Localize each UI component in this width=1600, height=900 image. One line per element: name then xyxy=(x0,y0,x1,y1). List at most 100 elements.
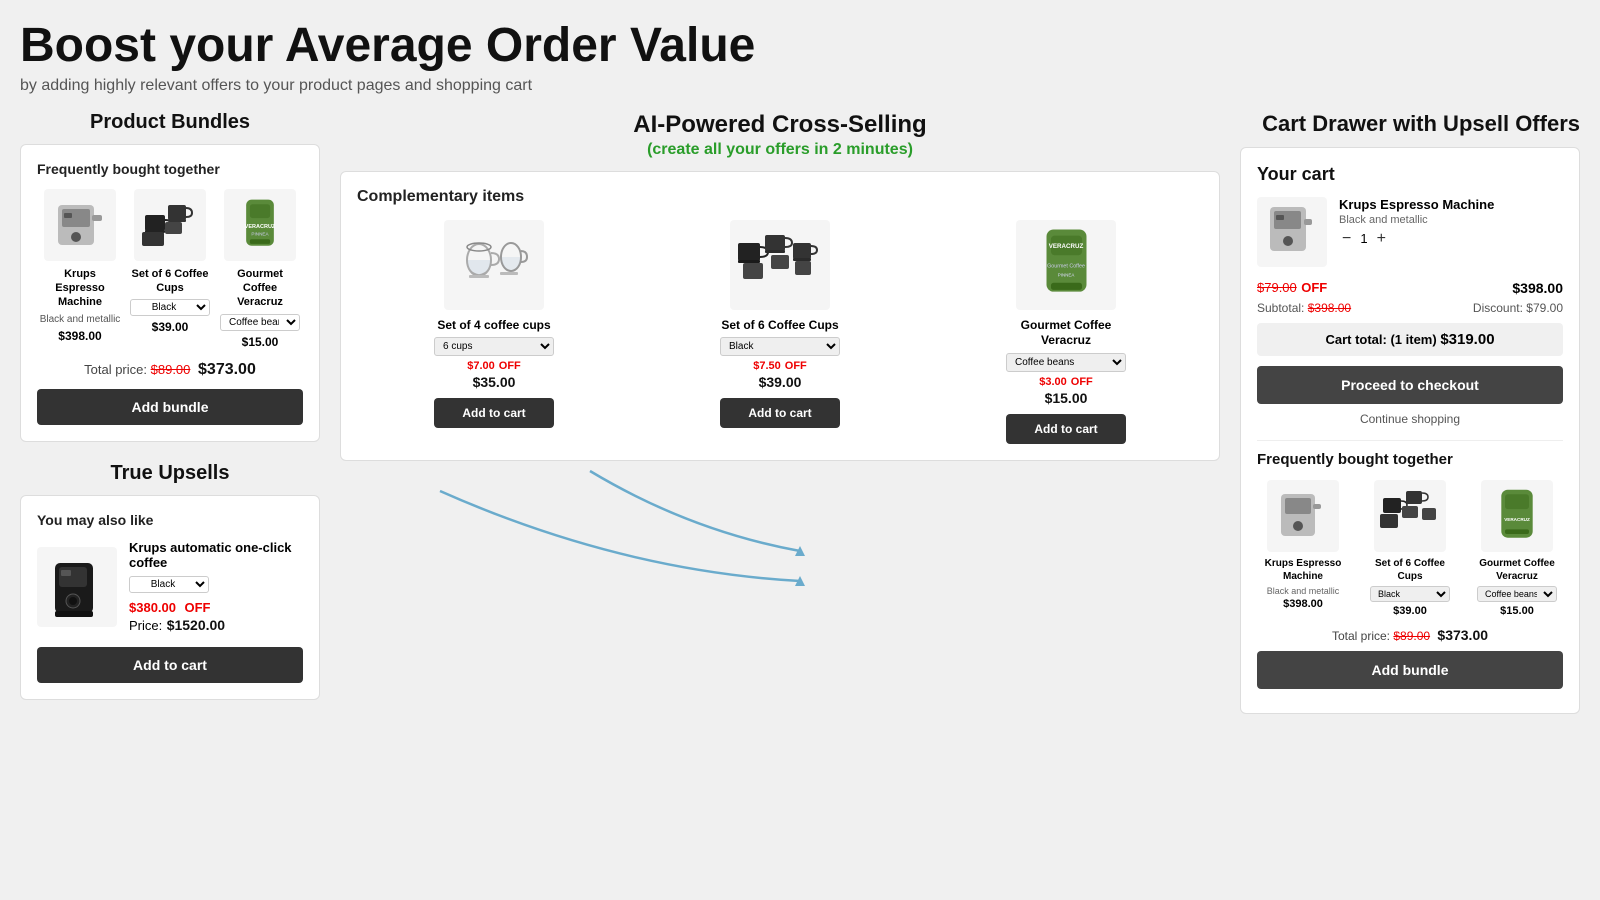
cart-item-img xyxy=(1257,197,1327,267)
cart-total-label: Cart total: (1 item) xyxy=(1325,332,1436,347)
qty-value: 1 xyxy=(1360,231,1367,246)
cart-add-bundle-button[interactable]: Add bundle xyxy=(1257,651,1563,689)
cart-bundle-0: Krups Espresso Machine Black and metalli… xyxy=(1257,480,1349,617)
bundle-product-1-price: $39.00 xyxy=(152,320,189,334)
bundle-product-0-variant: Black and metallic xyxy=(40,314,121,325)
bundles-card: Frequently bought together Krups Espress… xyxy=(20,144,320,442)
cross-product-1: Set of 6 Coffee Cups Black $7.50 OFF $39… xyxy=(720,220,840,444)
cross-product-0-price-row: $7.00 OFF xyxy=(467,360,521,372)
cart-bundle-1-img xyxy=(1374,480,1446,552)
cross-product-0-off: $7.00 xyxy=(467,360,495,372)
cart-total-bar: Cart total: (1 item) $319.00 xyxy=(1257,323,1563,356)
svg-text:VERACRUZ: VERACRUZ xyxy=(1048,243,1083,250)
bundles-section-title: Product Bundles xyxy=(20,111,320,134)
cart-bundle-2-img: VERACRUZ xyxy=(1481,480,1553,552)
cart-bundle-2-price: $15.00 xyxy=(1500,605,1534,617)
cart-item-info: Krups Espresso Machine Black and metalli… xyxy=(1339,197,1563,248)
cross-product-1-name: Set of 6 Coffee Cups xyxy=(721,318,838,334)
cart-bundle-2-select[interactable]: Coffee beans xyxy=(1477,586,1557,602)
page-header: Boost your Average Order Value by adding… xyxy=(20,20,1580,95)
cart-bundle-0-name: Krups Espresso Machine xyxy=(1257,557,1349,583)
cart-original-price: $79.00 xyxy=(1257,280,1297,295)
cart-bundle-original-price: $89.00 xyxy=(1393,629,1430,643)
bundle-product-2-price: $15.00 xyxy=(242,335,279,349)
add-bundle-button[interactable]: Add bundle xyxy=(37,389,303,425)
upsell-product-name: Krups automatic one-click coffee xyxy=(129,540,303,570)
right-column: Cart Drawer with Upsell Offers Your cart… xyxy=(1240,111,1580,714)
bundle-total-row: Total price: $89.00 $373.00 xyxy=(37,361,303,379)
upsell-add-to-cart-button[interactable]: Add to cart xyxy=(37,647,303,683)
cross-product-1-price-row: $7.50 OFF xyxy=(753,360,807,372)
cross-product-0-btn[interactable]: Add to cart xyxy=(434,398,554,428)
cross-product-0-img xyxy=(444,220,544,310)
upsells-card: You may also like Krups automa xyxy=(20,495,320,700)
cart-off-label: OFF xyxy=(1301,280,1327,295)
qty-increase-button[interactable]: + xyxy=(1374,230,1389,248)
cross-product-2-img: VERACRUZ Gourmet Coffee PINNEA xyxy=(1016,220,1116,310)
bundle-product-2-name: Gourmet Coffee Veracruz xyxy=(219,267,301,310)
main-layout: Product Bundles Frequently bought togeth… xyxy=(20,111,1580,714)
cross-product-0-off-label: OFF xyxy=(499,360,521,372)
cross-product-2-off: $3.00 xyxy=(1039,376,1067,388)
cross-product-0-select[interactable]: 6 cups xyxy=(434,337,554,356)
cart-bundle-0-price: $398.00 xyxy=(1283,598,1323,610)
cart-divider xyxy=(1257,440,1563,441)
cross-product-2-select[interactable]: Coffee beans xyxy=(1006,353,1126,372)
coffee-beans-img: VERACRUZ PINNEA xyxy=(224,189,296,261)
bundles-card-heading: Frequently bought together xyxy=(37,161,303,177)
cart-bundle-section-title: Frequently bought together xyxy=(1257,451,1563,468)
upsell-product-img xyxy=(37,547,117,627)
cross-product-2-price-row: $3.00 OFF xyxy=(1039,376,1093,388)
upsell-variant-select[interactable]: Black xyxy=(129,576,209,593)
cart-bundle-1: Set of 6 Coffee Cups Black $39.00 xyxy=(1364,480,1456,617)
ai-section-title: AI-Powered Cross-Selling xyxy=(340,111,1220,139)
middle-column: AI-Powered Cross-Selling (create all you… xyxy=(340,111,1220,611)
cross-product-0-price: $35.00 xyxy=(473,374,516,390)
cart-bundle-final-price: $373.00 xyxy=(1437,627,1488,643)
cart-item-variant: Black and metallic xyxy=(1339,214,1563,226)
continue-shopping-link[interactable]: Continue shopping xyxy=(1257,412,1563,426)
cart-item: Krups Espresso Machine Black and metalli… xyxy=(1257,197,1563,267)
cross-product-0: Set of 4 coffee cups 6 cups $7.00 OFF $3… xyxy=(434,220,554,444)
bundle-total-label: Total price: xyxy=(84,362,147,377)
cross-product-2: VERACRUZ Gourmet Coffee PINNEA Gourmet C… xyxy=(1006,220,1126,444)
upsells-section-title: True Upsells xyxy=(20,462,320,485)
bundle-product-2: VERACRUZ PINNEA Gourmet Coffee Veracruz … xyxy=(219,189,301,349)
svg-text:Gourmet Coffee: Gourmet Coffee xyxy=(1047,263,1085,269)
cart-bundle-0-variant: Black and metallic xyxy=(1267,586,1340,596)
ai-section-subtitle: (create all your offers in 2 minutes) xyxy=(340,141,1220,159)
bundle-product-1: Set of 6 Coffee Cups Black $39.00 xyxy=(129,189,211,349)
bundle-product-1-select[interactable]: Black xyxy=(130,299,210,316)
cross-product-2-off-label: OFF xyxy=(1071,376,1093,388)
arrows-decoration xyxy=(340,451,1220,611)
svg-text:VERACRUZ: VERACRUZ xyxy=(1504,517,1530,522)
qty-decrease-button[interactable]: − xyxy=(1339,230,1354,248)
svg-text:VERACRUZ: VERACRUZ xyxy=(245,224,276,230)
subtotal-label: Subtotal: $398.00 xyxy=(1257,301,1351,315)
cross-product-1-select[interactable]: Black xyxy=(720,337,840,356)
cart-bundle-2: VERACRUZ Gourmet Coffee Veracruz Coffee … xyxy=(1471,480,1563,617)
cross-product-2-btn[interactable]: Add to cart xyxy=(1006,414,1126,444)
cart-bundle-0-img xyxy=(1267,480,1339,552)
bundle-product-1-name: Set of 6 Coffee Cups xyxy=(129,267,211,296)
upsell-off-price: $380.00 xyxy=(129,600,176,615)
cart-bundle-total-label: Total price: xyxy=(1332,629,1390,643)
qty-row: − 1 + xyxy=(1339,230,1563,248)
upsell-price-label: Price: xyxy=(129,618,162,633)
bundle-product-2-select[interactable]: Coffee beans xyxy=(220,314,300,331)
upsell-price-row: $380.00 OFF xyxy=(129,599,303,617)
cart-item-name: Krups Espresso Machine xyxy=(1339,197,1563,212)
bundle-product-0: Krups Espresso Machine Black and metalli… xyxy=(39,189,121,349)
cross-product-1-off: $7.50 xyxy=(753,360,781,372)
subtotal-value: $398.00 xyxy=(1308,301,1351,315)
cross-product-2-price: $15.00 xyxy=(1045,390,1088,406)
cart-bundle-1-select[interactable]: Black xyxy=(1370,586,1450,602)
cross-product-2-name: Gourmet Coffee Veracruz xyxy=(1006,318,1126,349)
cart-price-row: $79.00 OFF $398.00 xyxy=(1257,279,1563,297)
espresso-machine-img xyxy=(44,189,116,261)
cart-section-title: Your cart xyxy=(1257,164,1563,185)
cross-product-1-btn[interactable]: Add to cart xyxy=(720,398,840,428)
cross-sell-heading: Complementary items xyxy=(357,188,1203,206)
checkout-button[interactable]: Proceed to checkout xyxy=(1257,366,1563,404)
cart-bundle-1-name: Set of 6 Coffee Cups xyxy=(1364,557,1456,583)
